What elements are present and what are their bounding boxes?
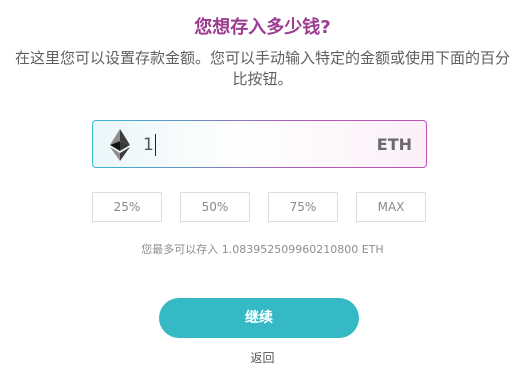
currency-label: ETH bbox=[376, 135, 412, 154]
percent-25-button[interactable]: 25% bbox=[92, 192, 162, 222]
percent-75-button[interactable]: 75% bbox=[268, 192, 338, 222]
percent-buttons: 25% 50% 75% MAX bbox=[92, 192, 427, 222]
amount-field[interactable]: ETH bbox=[92, 120, 427, 168]
page-title: 您想存入多少钱? bbox=[194, 17, 331, 38]
max-deposit-note: 您最多可以存入 1.083952509960210800 ETH bbox=[141, 243, 384, 256]
amount-input[interactable] bbox=[143, 133, 363, 157]
continue-button[interactable]: 继续 bbox=[159, 298, 359, 338]
deposit-description: 在这里您可以设置存款金额。您可以手动输入特定的金额或使用下面的百分比按钮。 bbox=[14, 49, 510, 88]
back-link[interactable]: 返回 bbox=[0, 350, 525, 366]
ethereum-icon bbox=[110, 129, 130, 161]
max-button[interactable]: MAX bbox=[356, 192, 426, 222]
percent-50-button[interactable]: 50% bbox=[180, 192, 250, 222]
text-caret bbox=[155, 134, 156, 156]
